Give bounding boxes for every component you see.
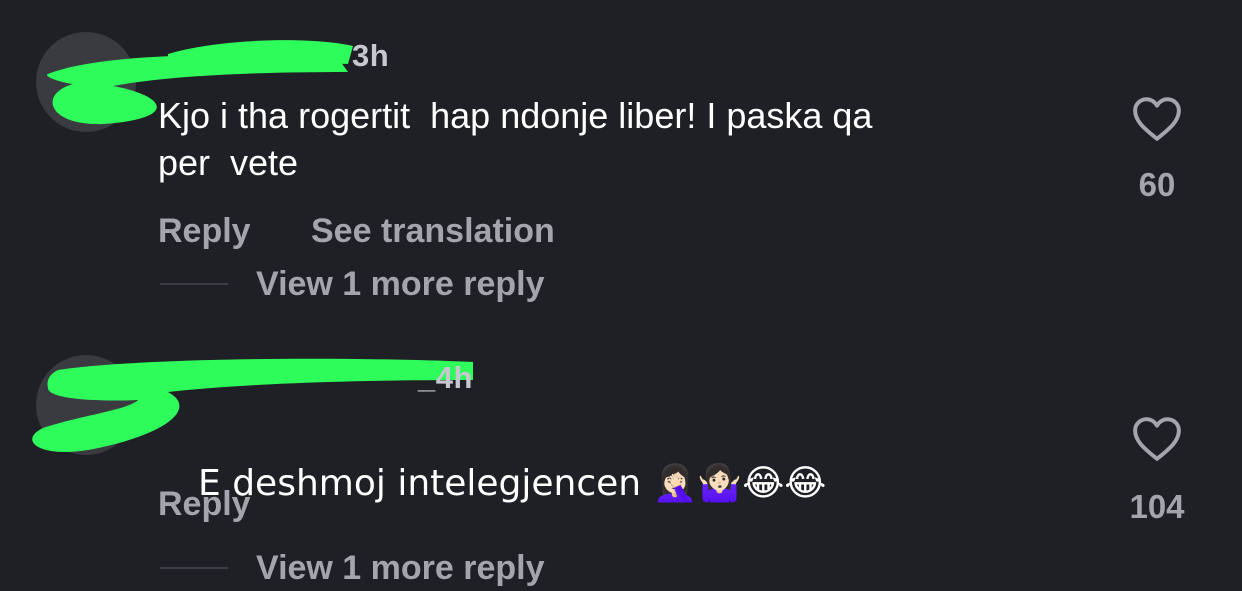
comment-time: _4h [418,360,473,395]
comment-2: _4h E deshmoj intelegjencen 🤦🏻‍♀️🤷🏻‍♀️😂😂… [0,0,1242,591]
heart-icon[interactable] [1132,416,1182,462]
reply-button[interactable]: Reply [158,485,251,524]
comment-text: E deshmoj intelegjencen 🤦🏻‍♀️🤷🏻‍♀️😂😂 [158,412,1098,554]
divider-line [160,567,228,569]
comment-text-content: E deshmoj intelegjencen 🤦🏻‍♀️🤷🏻‍♀️😂😂 [198,463,827,504]
view-more-label: View 1 more reply [256,548,545,587]
avatar[interactable] [36,355,136,455]
view-more-replies[interactable]: View 1 more reply [160,548,545,588]
like-control: 104 [1107,416,1207,526]
like-count: 104 [1129,488,1185,525]
